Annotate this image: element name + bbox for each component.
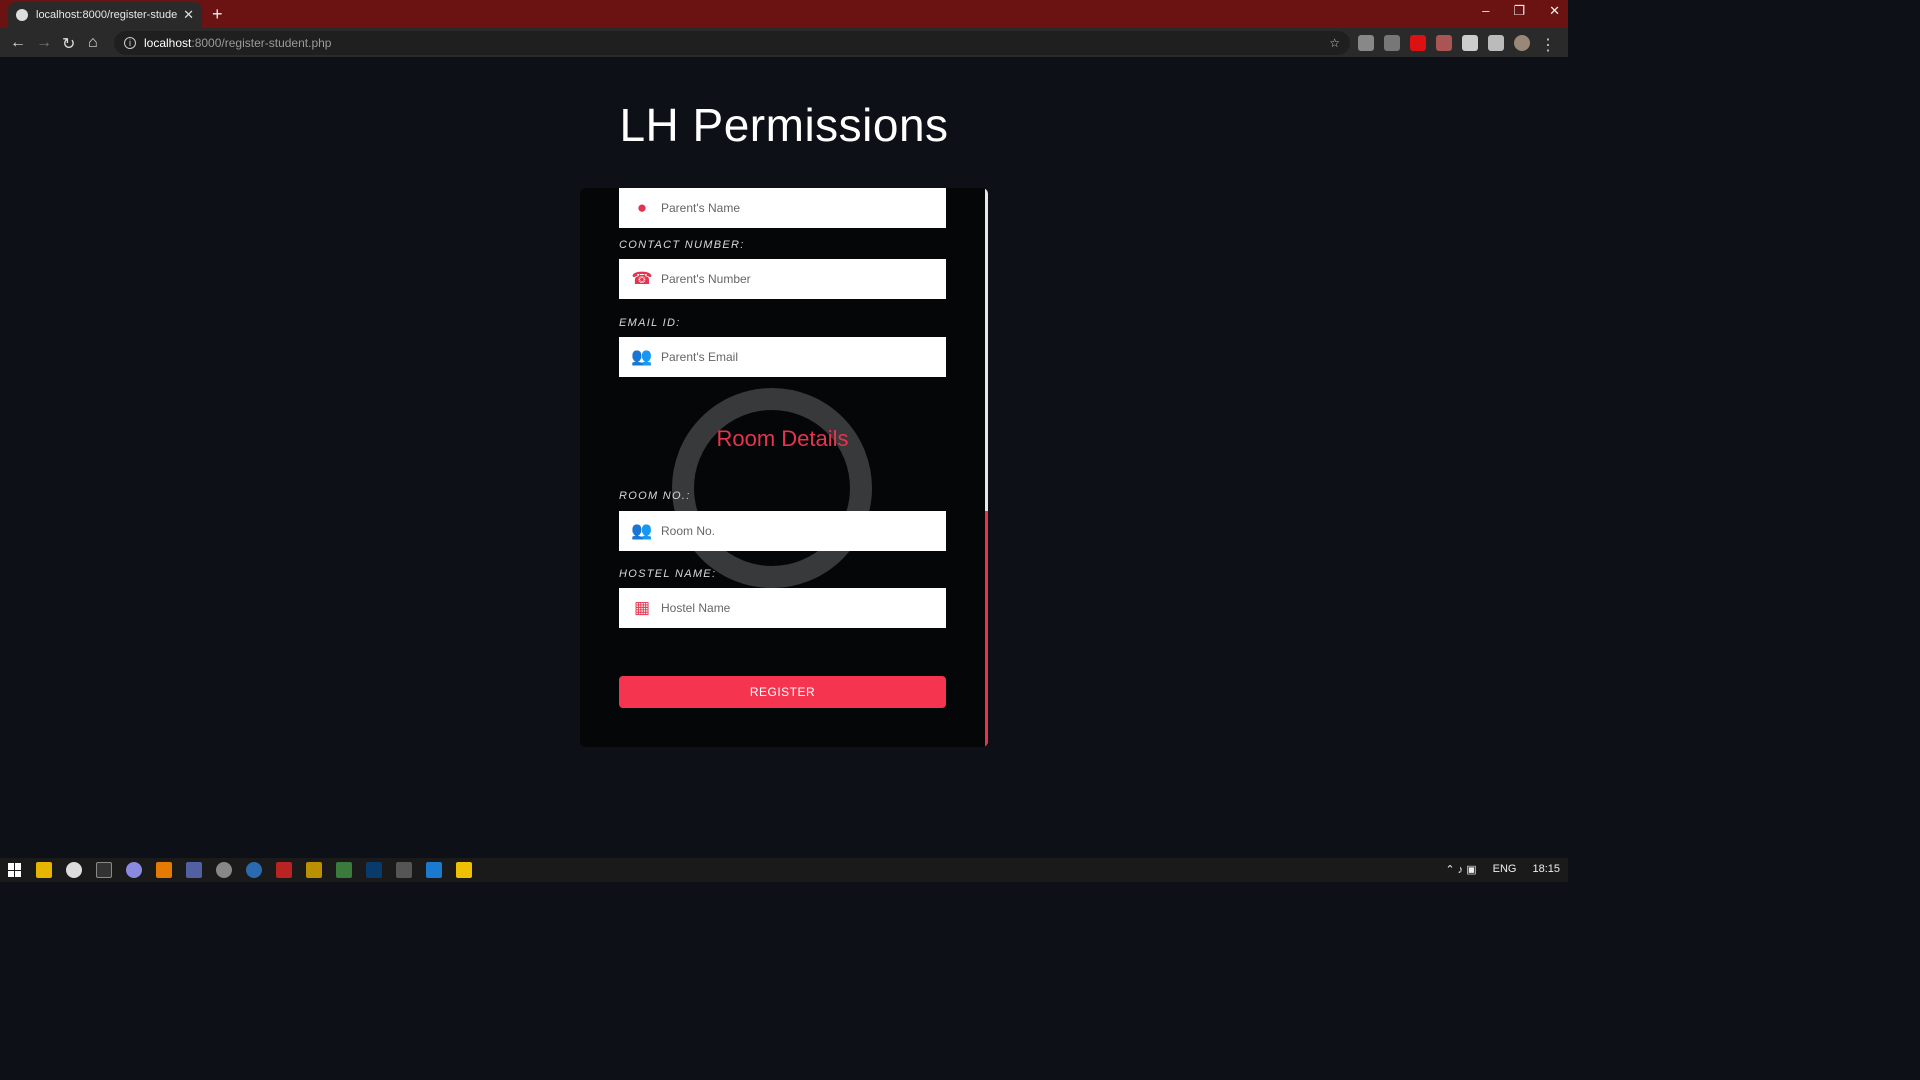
forward-arrow-icon[interactable]: → (36, 34, 52, 52)
new-tab-button[interactable]: + (212, 4, 223, 25)
system-tray: ⌃ ♪ ▣ ENG 18:15 (1445, 863, 1560, 876)
app-archive-icon[interactable] (306, 862, 322, 878)
page-body: LH Permissions ● Parent's Name CONTACT N… (0, 58, 1568, 858)
hostel-name-label: HOSTEL NAME: (619, 568, 717, 580)
room-no-placeholder: Room No. (661, 524, 716, 538)
clock-app-icon[interactable] (216, 862, 232, 878)
home-icon[interactable]: ⌂ (88, 34, 98, 52)
media-queue-icon[interactable] (1488, 35, 1504, 51)
app-v-icon[interactable] (276, 862, 292, 878)
app-c-icon[interactable] (126, 862, 142, 878)
contact-number-field[interactable]: ☎ Parent's Number (619, 259, 946, 299)
tab-title: localhost:8000/register-student.p (36, 9, 178, 21)
sublime-icon[interactable] (156, 862, 172, 878)
tab-close-icon[interactable]: ✕ (183, 7, 194, 23)
restore-button[interactable]: ❐ (1513, 3, 1525, 19)
puzzle-icon[interactable] (1462, 35, 1478, 51)
register-form-card: ● Parent's Name CONTACT NUMBER: ☎ Parent… (580, 188, 988, 747)
photoshop-icon[interactable] (366, 862, 382, 878)
chrome-icon[interactable] (66, 862, 82, 878)
scrollbar-thumb[interactable] (985, 511, 988, 747)
menu-dots-icon[interactable]: ⋮ (1540, 35, 1556, 54)
parent-name-field[interactable]: ● Parent's Name (619, 188, 946, 228)
address-bar[interactable]: i localhost:8000/register-student.php ☆ (114, 31, 1350, 55)
hostel-name-field[interactable]: ▦ Hostel Name (619, 588, 946, 628)
linux-icon[interactable] (456, 862, 472, 878)
app-game-icon[interactable] (396, 862, 412, 878)
minecraft-icon[interactable] (336, 862, 352, 878)
contact-number-placeholder: Parent's Number (661, 272, 751, 286)
room-details-heading: Room Details (716, 426, 849, 451)
file-explorer-icon[interactable] (36, 862, 52, 878)
windows-taskbar: ⌃ ♪ ▣ ENG 18:15 (0, 858, 1568, 882)
avatar[interactable] (1514, 35, 1530, 51)
taskbar-apps (36, 862, 472, 878)
browser-titlebar: localhost:8000/register-student.p ✕ + – … (0, 0, 1568, 28)
register-button[interactable]: REGISTER (619, 676, 946, 708)
browser-toolbar: ← → ↻ ⌂ i localhost:8000/register-studen… (0, 28, 1568, 58)
email-field[interactable]: 👥 Parent's Email (619, 337, 946, 377)
extension-icons: ⋮ (1358, 35, 1556, 54)
language-indicator[interactable]: ENG (1493, 863, 1517, 876)
page-title: LH Permissions (619, 99, 949, 151)
room-no-label: ROOM NO.: (619, 490, 691, 502)
contact-number-label: CONTACT NUMBER: (619, 239, 745, 251)
url-path: :8000/register-student.php (191, 36, 332, 50)
close-window-button[interactable]: ✕ (1549, 3, 1560, 19)
window-controls: – ❐ ✕ (1482, 3, 1560, 19)
browser-tab[interactable]: localhost:8000/register-student.p ✕ (8, 2, 202, 28)
steam-icon[interactable] (246, 862, 262, 878)
info-icon[interactable]: i (124, 37, 136, 49)
hostel-name-placeholder: Hostel Name (661, 601, 731, 615)
minimize-button[interactable]: – (1482, 3, 1489, 19)
email-id-label: EMAIL ID: (619, 317, 681, 329)
email-placeholder: Parent's Email (661, 350, 738, 364)
brush-circle-decoration (672, 388, 872, 588)
users-icon: 👥 (631, 521, 653, 540)
reload-icon[interactable]: ↻ (62, 34, 75, 54)
phone-icon: ☎ (631, 269, 653, 288)
app-window-icon[interactable] (186, 862, 202, 878)
app-n-icon[interactable] (426, 862, 442, 878)
adblock-icon[interactable] (1410, 35, 1426, 51)
url-host: localhost (144, 36, 192, 50)
building-icon: ▦ (633, 598, 651, 617)
parent-name-placeholder: Parent's Name (661, 201, 740, 215)
extension-box-icon[interactable] (1384, 35, 1400, 51)
globe-icon (16, 9, 28, 21)
back-arrow-icon[interactable]: ← (10, 34, 26, 52)
tray-icons[interactable]: ⌃ ♪ ▣ (1445, 863, 1476, 876)
users-icon: 👥 (631, 347, 653, 366)
extension-mask-icon[interactable] (1436, 35, 1452, 51)
extension-k-icon[interactable] (1358, 35, 1374, 51)
clock[interactable]: 18:15 (1532, 863, 1560, 876)
windows-start-icon[interactable] (8, 863, 22, 877)
terminal-icon[interactable] (96, 862, 112, 878)
room-no-field[interactable]: 👥 Room No. (619, 511, 946, 551)
user-icon: ● (636, 198, 648, 217)
bookmark-star-icon[interactable]: ☆ (1329, 36, 1340, 50)
